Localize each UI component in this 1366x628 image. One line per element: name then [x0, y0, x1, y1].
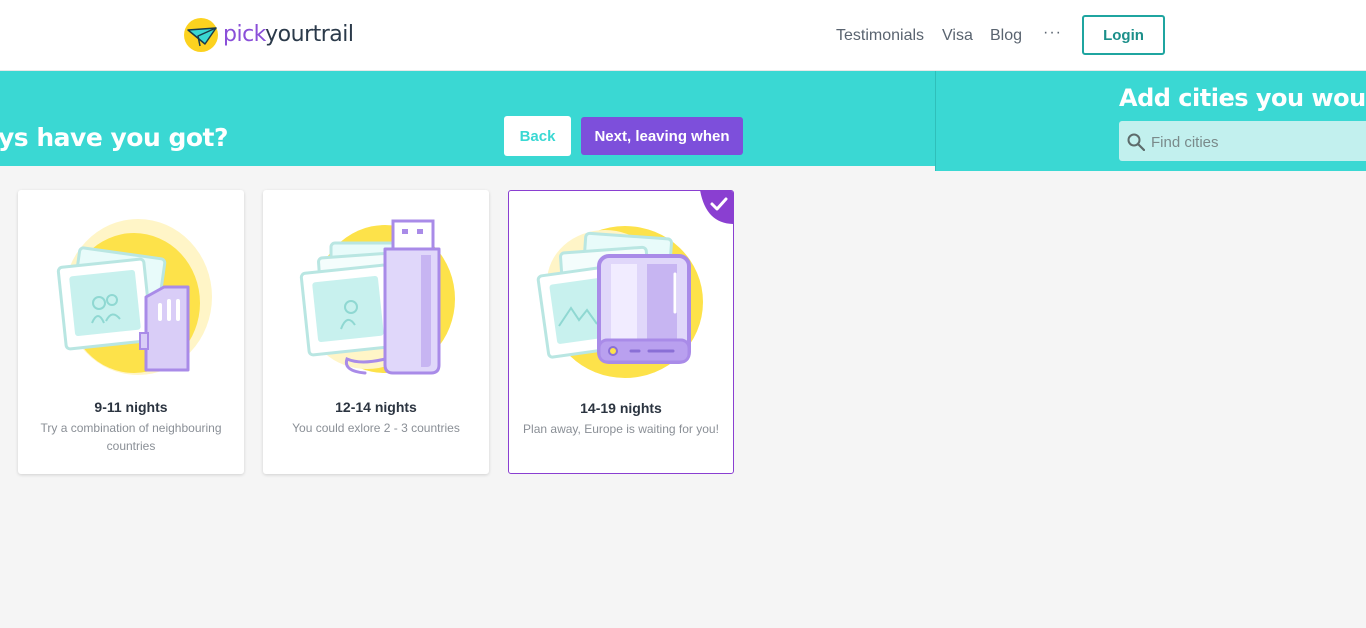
nav-visa[interactable]: Visa: [942, 27, 973, 45]
more-menu-icon[interactable]: ···: [1043, 24, 1062, 42]
logo-text: pickyourtrail: [223, 21, 354, 47]
find-cities-input[interactable]: [1151, 130, 1361, 154]
card-description: You could exlore 2 - 3 countries: [292, 421, 460, 435]
site-header: pickyourtrail Testimonials Visa Blog ···…: [0, 0, 1366, 71]
nav-blog[interactable]: Blog: [990, 27, 1022, 45]
cities-panel-title: Add cities you would: [1119, 84, 1366, 112]
card-title: 12-14 nights: [335, 399, 417, 415]
card-description: Plan away, Europe is waiting for you!: [523, 422, 719, 436]
back-button[interactable]: Back: [504, 116, 571, 156]
duration-option-card[interactable]: 12-14 nights You could exlore 2 - 3 coun…: [263, 190, 489, 474]
usb-drive-photos-illustration-icon: [299, 219, 455, 375]
next-button[interactable]: Next, leaving when: [581, 117, 743, 155]
nav-testimonials[interactable]: Testimonials: [836, 27, 924, 45]
card-title: 14-19 nights: [580, 400, 662, 416]
card-description: Try a combination of neighbouring countr…: [40, 421, 222, 453]
paper-plane-logo-icon: [184, 18, 218, 52]
search-icon: [1127, 133, 1145, 151]
card-title: 9-11 nights: [94, 399, 168, 415]
login-button[interactable]: Login: [1082, 15, 1165, 55]
step-question: ys have you got?: [0, 123, 229, 152]
hard-drive-photos-illustration-icon: [536, 226, 703, 378]
sd-card-photos-illustration-icon: [56, 219, 212, 375]
duration-option-card[interactable]: 9-11 nights Try a combination of neighbo…: [18, 190, 244, 474]
panel-divider: [935, 71, 936, 171]
duration-option-card-selected[interactable]: 14-19 nights Plan away, Europe is waitin…: [508, 190, 734, 474]
logo[interactable]: pickyourtrail: [183, 16, 354, 52]
